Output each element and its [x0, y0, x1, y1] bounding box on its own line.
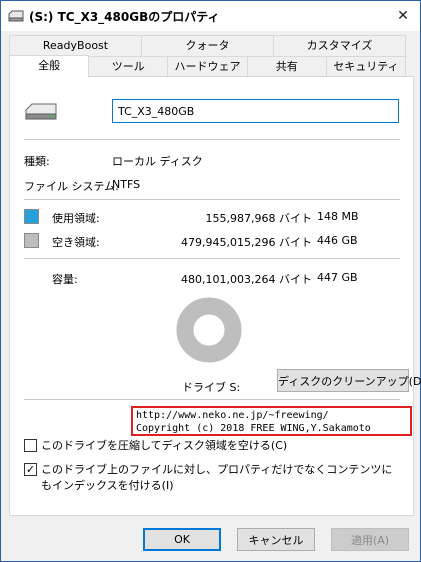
separator	[24, 399, 400, 400]
watermark-url: http://www.neko.ne.jp/~freewing/	[136, 410, 329, 421]
used-space-bytes: 155,987,968 バイト	[205, 212, 312, 225]
separator	[24, 139, 400, 140]
close-button[interactable]: ✕	[386, 1, 420, 30]
type-value: ローカル ディスク	[112, 155, 203, 168]
window-title: (S:) TC_X3_480GBのプロパティ	[29, 10, 220, 24]
close-icon: ✕	[397, 7, 409, 24]
compress-drive-option[interactable]: このドライブを圧縮してディスク領域を空ける(C)	[24, 438, 400, 454]
compress-checkbox[interactable]	[24, 439, 37, 452]
free-space-label: 空き領域:	[52, 236, 100, 249]
properties-window: (S:) TC_X3_480GBのプロパティ ✕ ReadyBoost クォータ…	[0, 0, 421, 562]
capacity-label: 容量:	[52, 273, 78, 286]
free-space-swatch	[24, 233, 39, 248]
tab-hardware[interactable]: ハードウェア	[168, 56, 248, 77]
tab-tools[interactable]: ツール	[89, 56, 169, 77]
used-space-label: 使用領域:	[52, 212, 100, 225]
file-system-value: NTFS	[112, 178, 141, 191]
index-checkbox[interactable]: ✓	[24, 463, 37, 476]
copyright-watermark: http://www.neko.ne.jp/~freewing/ Copyrig…	[131, 406, 412, 436]
usage-donut-chart	[176, 297, 242, 363]
index-label: このドライブ上のファイルに対し、プロパティだけでなくコンテンツにもインデックスを…	[41, 463, 393, 492]
ok-button[interactable]: OK	[143, 528, 221, 551]
index-contents-option[interactable]: ✓ このドライブ上のファイルに対し、プロパティだけでなくコンテンツにもインデック…	[24, 462, 394, 494]
separator	[24, 258, 400, 259]
apply-button[interactable]: 適用(A)	[331, 528, 409, 551]
tab-readyboost[interactable]: ReadyBoost	[9, 35, 142, 56]
drive-name-input[interactable]	[112, 99, 399, 123]
title-bar: (S:) TC_X3_480GBのプロパティ ✕	[1, 1, 420, 31]
tab-general[interactable]: 全般	[9, 55, 90, 77]
tab-security[interactable]: セキュリティ	[326, 56, 407, 77]
watermark-copyright: Copyright (c) 2018 FREE WING,Y.Sakamoto	[136, 423, 371, 434]
free-space-size: 446 GB	[317, 234, 358, 247]
hard-drive-icon	[25, 103, 57, 120]
file-system-label: ファイル システム:	[24, 180, 119, 193]
separator	[24, 199, 400, 200]
type-label: 種類:	[24, 155, 50, 168]
used-space-size: 148 MB	[317, 210, 359, 223]
cancel-button[interactable]: キャンセル	[237, 528, 315, 551]
tab-customize[interactable]: カスタマイズ	[274, 35, 406, 56]
used-space-swatch	[24, 209, 39, 224]
capacity-size: 447 GB	[317, 271, 358, 284]
disk-cleanup-button[interactable]: ディスクのクリーンアップ(D)	[277, 369, 421, 392]
general-tab-panel: 種類: ローカル ディスク ファイル システム: NTFS 使用領域: 155,…	[9, 76, 421, 516]
drive-letter-label: ドライブ S:	[182, 381, 241, 394]
tab-row-1: ReadyBoost クォータ カスタマイズ	[9, 35, 406, 56]
free-space-bytes: 479,945,015,296 バイト	[181, 236, 312, 249]
capacity-bytes: 480,101,003,264 バイト	[181, 273, 312, 286]
tab-row-2: 全般 ツール ハードウェア 共有 セキュリティ	[9, 55, 407, 77]
drive-icon	[8, 10, 24, 22]
compress-label: このドライブを圧縮してディスク領域を空ける(C)	[41, 439, 288, 452]
tab-sharing[interactable]: 共有	[247, 56, 327, 77]
tab-quota[interactable]: クォータ	[142, 35, 274, 56]
